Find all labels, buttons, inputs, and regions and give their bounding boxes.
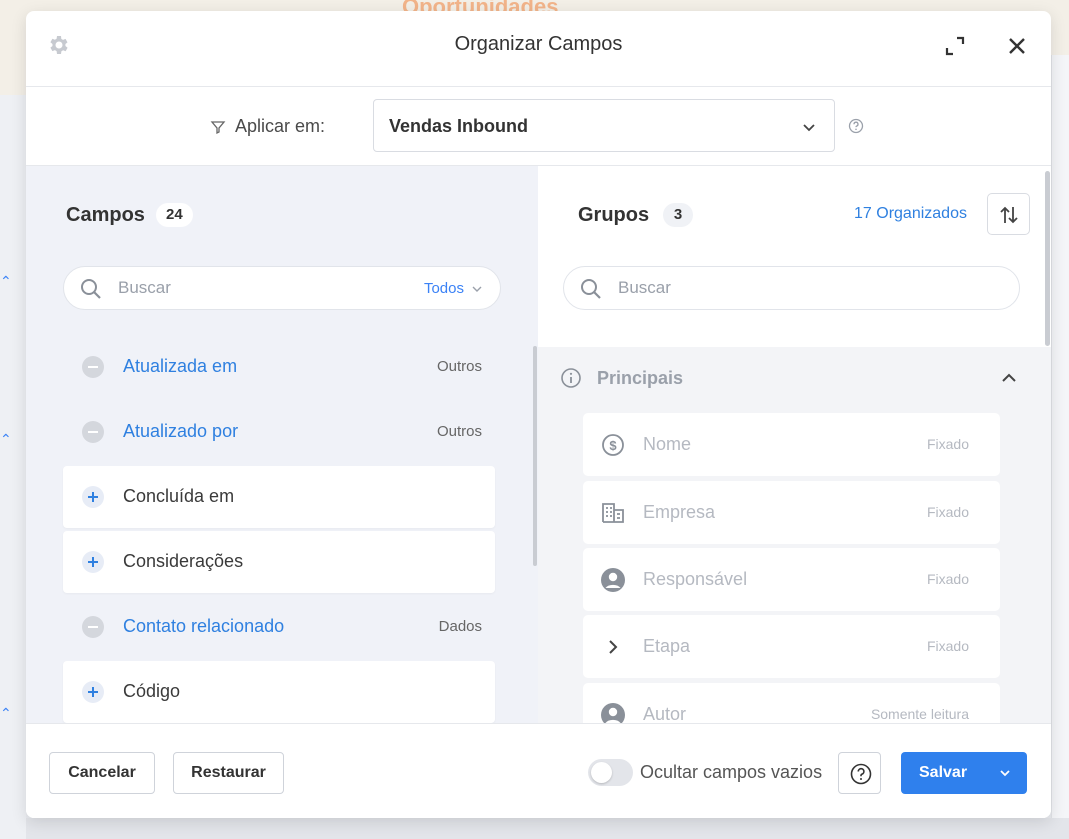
hide-empty-toggle[interactable] bbox=[588, 759, 633, 786]
groups-search-input[interactable] bbox=[616, 277, 876, 299]
group-field-name: Empresa bbox=[643, 502, 716, 522]
chevron-up-icon: ⌃ bbox=[0, 431, 12, 447]
field-name: Contato relacionado bbox=[123, 616, 285, 636]
fields-search: Todos bbox=[63, 266, 501, 310]
building-icon bbox=[602, 503, 624, 523]
help-icon bbox=[850, 763, 872, 785]
groups-scrollbar[interactable] bbox=[1045, 171, 1050, 346]
field-row[interactable]: Atualizada em Outros bbox=[63, 336, 495, 398]
modal-header: Organizar Campos bbox=[26, 11, 1051, 87]
group-field-status: Fixado bbox=[926, 504, 969, 520]
add-field-icon[interactable] bbox=[82, 486, 104, 508]
add-field-icon[interactable] bbox=[82, 681, 104, 703]
svg-text:$: $ bbox=[609, 438, 617, 453]
fields-panel: Campos 24 Todos Atualizada em Outros Atu… bbox=[26, 166, 538, 723]
expand-icon[interactable] bbox=[942, 33, 968, 59]
group-field-row[interactable]: Etapa Fixado bbox=[583, 615, 1000, 678]
group-field-name: Responsável bbox=[643, 569, 748, 589]
field-row[interactable]: Atualizado por Outros bbox=[63, 401, 495, 463]
sort-icon bbox=[1000, 206, 1018, 224]
search-icon bbox=[81, 279, 101, 299]
group-field-status: Fixado bbox=[926, 571, 969, 587]
background-sidebar: ⌃ ⌃ ⌃ bbox=[0, 95, 26, 839]
group-field-row[interactable]: Empresa Fixado bbox=[583, 481, 1000, 544]
organize-fields-modal: Organizar Campos Aplicar em: Vendas Inbo… bbox=[26, 11, 1051, 818]
sort-button[interactable] bbox=[987, 193, 1030, 235]
chevron-right-icon bbox=[609, 640, 618, 654]
remove-field-icon[interactable] bbox=[82, 421, 104, 443]
group-field-row[interactable]: $ Nome Fixado bbox=[583, 413, 1000, 476]
group-field-status: Fixado bbox=[926, 638, 969, 654]
fields-count-badge: 24 bbox=[156, 203, 193, 227]
cancel-button[interactable]: Cancelar bbox=[49, 752, 155, 794]
field-row[interactable]: Considerações bbox=[63, 531, 495, 593]
fields-filter-dropdown[interactable]: Todos bbox=[424, 280, 482, 297]
groups-search bbox=[563, 266, 1020, 310]
chevron-up-icon[interactable] bbox=[1000, 369, 1018, 387]
close-icon[interactable] bbox=[1004, 33, 1030, 59]
groups-panel: Grupos 3 17 Organizados Principais bbox=[538, 166, 1051, 723]
hide-empty-label: Ocultar campos vazios bbox=[640, 762, 823, 782]
field-category: Outros bbox=[436, 358, 482, 375]
restore-button[interactable]: Restaurar bbox=[173, 752, 284, 794]
group-field-status: Somente leitura bbox=[870, 706, 969, 722]
apply-label: Aplicar em: bbox=[235, 116, 326, 136]
group-field-row[interactable]: Autor Somente leitura bbox=[583, 683, 1000, 723]
groups-count-badge: 3 bbox=[663, 203, 693, 227]
field-row[interactable]: Contato relacionado Dados bbox=[63, 596, 495, 658]
background-bottom-strip bbox=[26, 818, 1069, 839]
help-button[interactable] bbox=[838, 752, 881, 794]
chevron-up-icon: ⌃ bbox=[0, 273, 12, 289]
save-button[interactable]: Salvar bbox=[901, 752, 1027, 794]
chevron-down-icon bbox=[472, 286, 482, 293]
remove-field-icon[interactable] bbox=[82, 616, 104, 638]
dollar-circle-icon: $ bbox=[602, 434, 624, 456]
modal-footer: Cancelar Restaurar Ocultar campos vazios… bbox=[26, 723, 1051, 818]
modal-title: Organizar Campos bbox=[454, 33, 623, 55]
group-field-status: Fixado bbox=[926, 436, 969, 452]
chevron-down-icon[interactable] bbox=[998, 766, 1012, 780]
field-name: Código bbox=[123, 681, 181, 701]
field-name: Atualizado por bbox=[123, 421, 239, 441]
fields-panel-title: Campos bbox=[66, 204, 145, 226]
field-name: Atualizada em bbox=[123, 356, 238, 376]
field-row[interactable]: Concluída em bbox=[63, 466, 495, 528]
fields-filter-label: Todos bbox=[423, 280, 464, 297]
group-field-name: Etapa bbox=[643, 636, 691, 656]
apply-filter-bar: Aplicar em: Vendas Inbound bbox=[26, 87, 1051, 166]
user-circle-icon bbox=[601, 703, 625, 723]
user-circle-icon bbox=[601, 568, 625, 592]
funnel-icon bbox=[210, 121, 226, 135]
save-button-label: Salvar bbox=[919, 764, 968, 781]
field-name: Concluída em bbox=[123, 486, 235, 506]
remove-field-icon[interactable] bbox=[82, 356, 104, 378]
field-row[interactable]: Código bbox=[63, 661, 495, 723]
chevron-down-icon bbox=[803, 124, 815, 132]
group-field-name: Autor bbox=[643, 704, 687, 723]
background-right-strip bbox=[1051, 55, 1069, 839]
field-category: Dados bbox=[438, 618, 482, 635]
organized-count-link[interactable]: 17 Organizados bbox=[854, 205, 967, 223]
groups-panel-title: Grupos bbox=[578, 204, 650, 226]
info-icon[interactable] bbox=[560, 367, 582, 389]
add-field-icon[interactable] bbox=[82, 551, 104, 573]
fields-search-input[interactable] bbox=[116, 277, 376, 299]
chevron-up-icon: ⌃ bbox=[0, 705, 12, 721]
field-name: Considerações bbox=[123, 551, 244, 571]
field-category: Outros bbox=[436, 423, 482, 440]
help-icon[interactable] bbox=[847, 117, 865, 135]
group-name: Principais bbox=[597, 368, 684, 388]
fields-scrollbar[interactable] bbox=[533, 346, 537, 566]
group-principais: Principais $ Nome Fixado Empresa Fixado bbox=[538, 347, 1051, 723]
group-field-name: Nome bbox=[643, 434, 692, 454]
pipeline-select[interactable]: Vendas Inbound bbox=[373, 99, 835, 152]
pipeline-select-value: Vendas Inbound bbox=[389, 116, 529, 136]
group-field-row[interactable]: Responsável Fixado bbox=[583, 548, 1000, 611]
search-icon bbox=[581, 279, 601, 299]
